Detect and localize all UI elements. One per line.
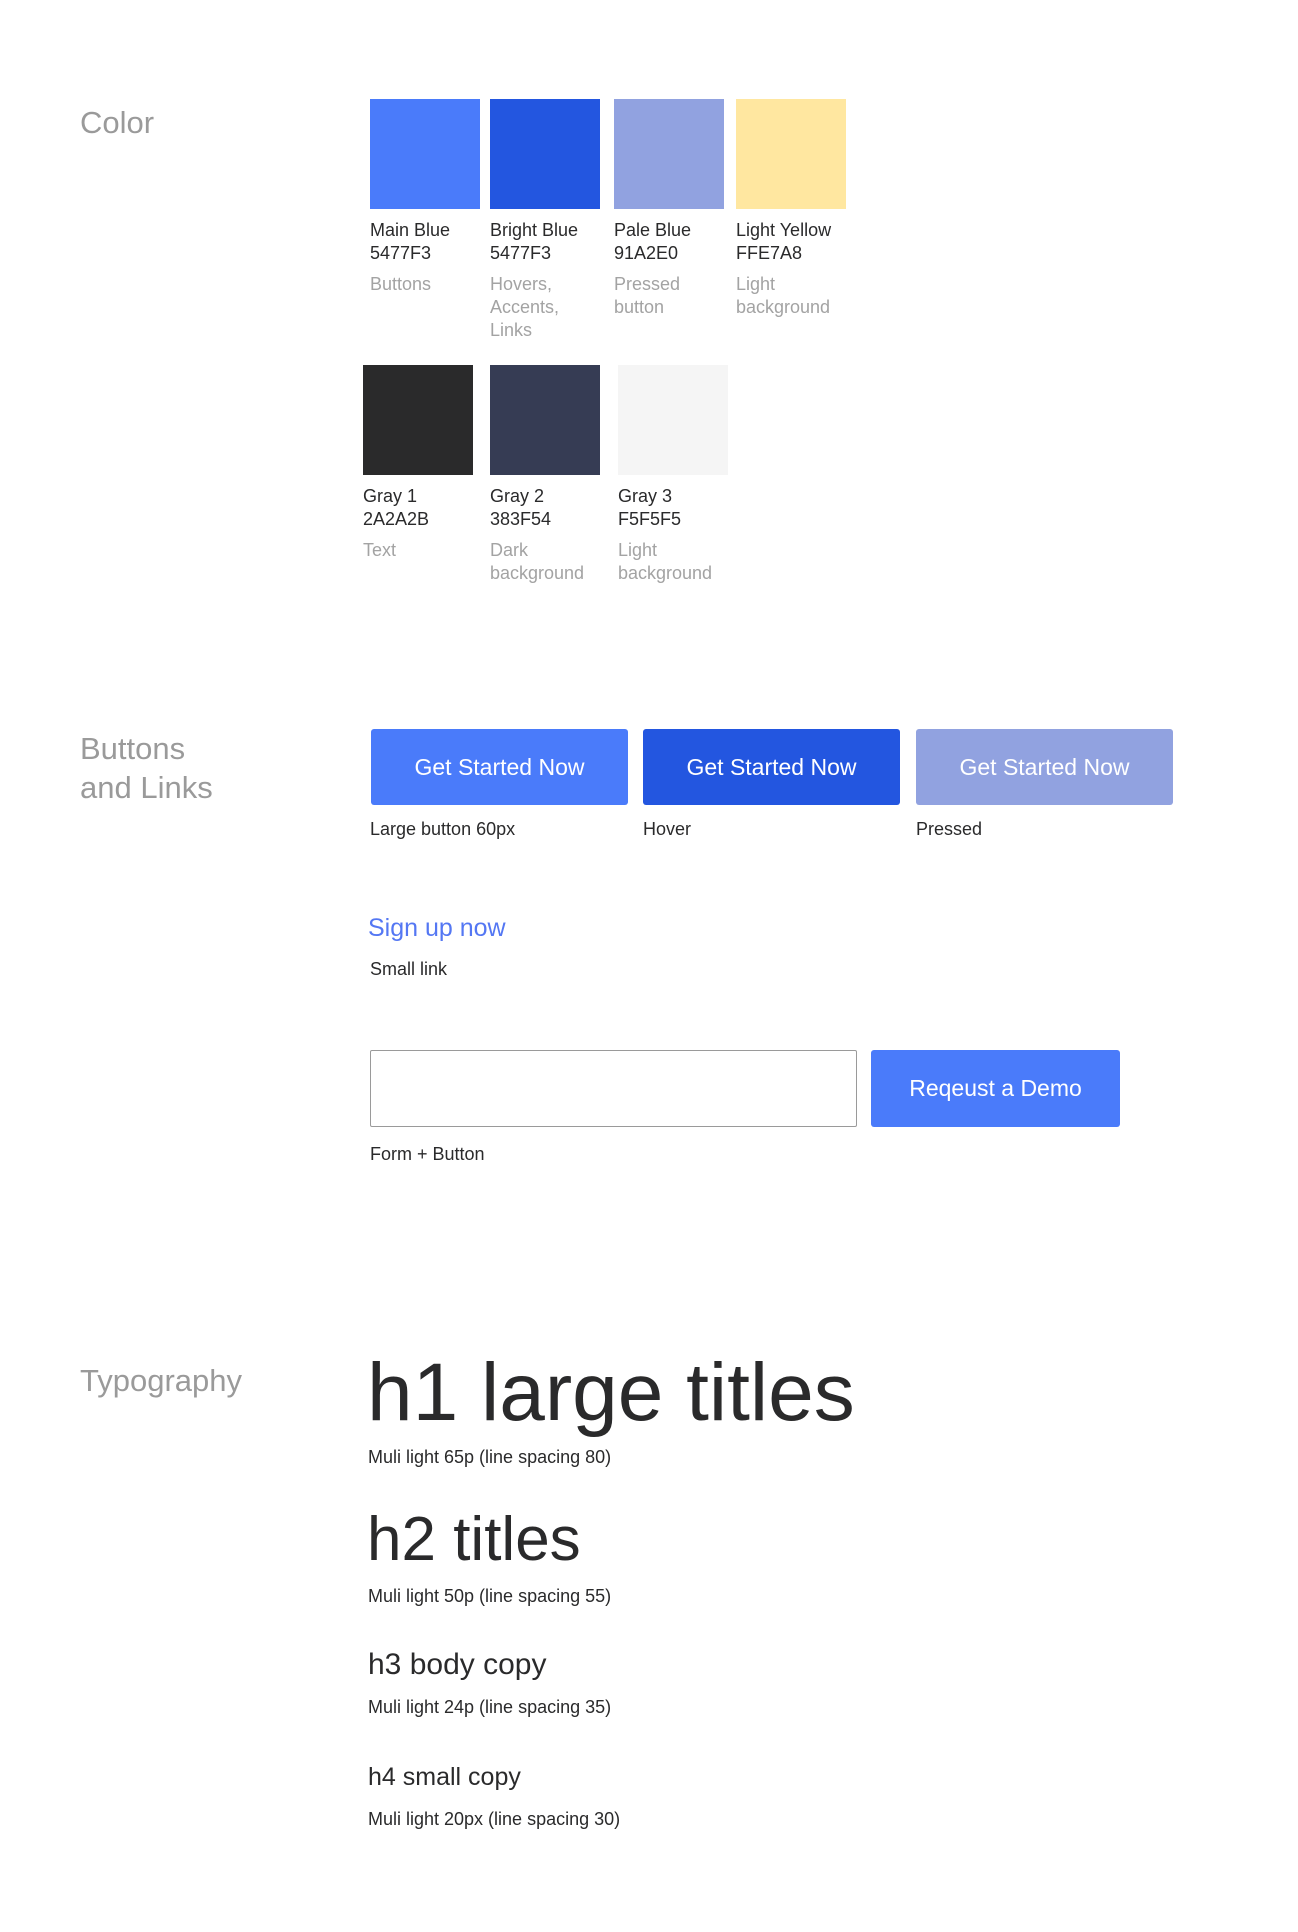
typography-h2-spec: Muli light 50p (line spacing 55) bbox=[368, 1586, 612, 1606]
button-caption-pressed: Pressed bbox=[916, 819, 983, 839]
color-swatch-gray-2: Gray 2 383F54 Dark background bbox=[490, 365, 600, 585]
swatch-name: Gray 2 bbox=[490, 486, 545, 506]
get-started-button-pressed[interactable]: Get Started Now bbox=[916, 729, 1173, 805]
section-title-typography: Typography bbox=[80, 1363, 242, 1398]
swatch-hex: FFE7A8 bbox=[736, 243, 803, 263]
swatch-name: Main Blue bbox=[370, 220, 451, 240]
typography-h4-sample: h4 small copy bbox=[368, 1763, 521, 1791]
swatch-box-bright-blue bbox=[490, 99, 600, 209]
typography-h3-spec: Muli light 24p (line spacing 35) bbox=[368, 1697, 612, 1717]
typography-h4-spec: Muli light 20px (line spacing 30) bbox=[368, 1809, 621, 1829]
swatch-hex: 383F54 bbox=[490, 509, 552, 529]
swatch-usage: Pressed button bbox=[614, 274, 681, 317]
request-demo-button[interactable]: Reqeust a Demo bbox=[871, 1050, 1120, 1127]
color-swatch-bright-blue: Bright Blue 5477F3 Hovers, Accents, Link… bbox=[490, 99, 600, 342]
link-caption: Small link bbox=[370, 959, 448, 979]
swatch-hex: 5477F3 bbox=[490, 243, 552, 263]
swatch-usage: Light background bbox=[736, 274, 831, 317]
color-swatch-light-yellow: Light Yellow FFE7A8 Light background bbox=[736, 99, 846, 319]
swatch-usage: Text bbox=[363, 540, 397, 560]
swatch-box-gray-3 bbox=[618, 365, 728, 475]
typography-h1-sample: h1 large titles bbox=[367, 1347, 855, 1438]
swatch-box-light-yellow bbox=[736, 99, 846, 209]
sign-up-now-link[interactable]: Sign up now bbox=[368, 914, 506, 943]
section-title-color: Color bbox=[80, 105, 155, 140]
color-swatch-gray-1: Gray 1 2A2A2B Text bbox=[363, 365, 473, 562]
swatch-box-gray-1 bbox=[363, 365, 473, 475]
swatch-hex: F5F5F5 bbox=[618, 509, 682, 529]
get-started-button[interactable]: Get Started Now bbox=[371, 729, 628, 805]
swatch-name: Gray 1 bbox=[363, 486, 418, 506]
color-swatch-main-blue: Main Blue 5477F3 Buttons bbox=[370, 99, 480, 296]
button-caption-hover: Hover bbox=[643, 819, 692, 839]
typography-h3-sample: h3 body copy bbox=[368, 1648, 547, 1681]
color-swatch-pale-blue: Pale Blue 91A2E0 Pressed button bbox=[614, 99, 724, 319]
swatch-hex: 2A2A2B bbox=[363, 509, 430, 529]
swatch-name: Light Yellow bbox=[736, 220, 832, 240]
swatch-name: Bright Blue bbox=[490, 220, 579, 240]
swatch-box-gray-2 bbox=[490, 365, 600, 475]
swatch-hex: 5477F3 bbox=[370, 243, 432, 263]
swatch-box-main-blue bbox=[370, 99, 480, 209]
color-swatch-gray-3: Gray 3 F5F5F5 Light background bbox=[618, 365, 728, 585]
swatch-box-pale-blue bbox=[614, 99, 724, 209]
typography-h1-spec: Muli light 65p (line spacing 80) bbox=[368, 1447, 612, 1467]
demo-email-input[interactable] bbox=[370, 1050, 857, 1127]
swatch-usage: Dark background bbox=[490, 540, 585, 583]
section-title-buttons-and-links: Buttons and Links bbox=[80, 731, 213, 805]
button-caption-large: Large button 60px bbox=[370, 819, 516, 839]
get-started-button-hover[interactable]: Get Started Now bbox=[643, 729, 900, 805]
swatch-usage: Light background bbox=[618, 540, 713, 583]
swatch-hex: 91A2E0 bbox=[614, 243, 679, 263]
swatch-usage: Buttons bbox=[370, 274, 432, 294]
swatch-name: Gray 3 bbox=[618, 486, 673, 506]
swatch-usage: Hovers, Accents, Links bbox=[490, 274, 560, 340]
typography-h2-sample: h2 titles bbox=[367, 1505, 581, 1574]
form-caption: Form + Button bbox=[370, 1144, 485, 1164]
swatch-name: Pale Blue bbox=[614, 220, 692, 240]
